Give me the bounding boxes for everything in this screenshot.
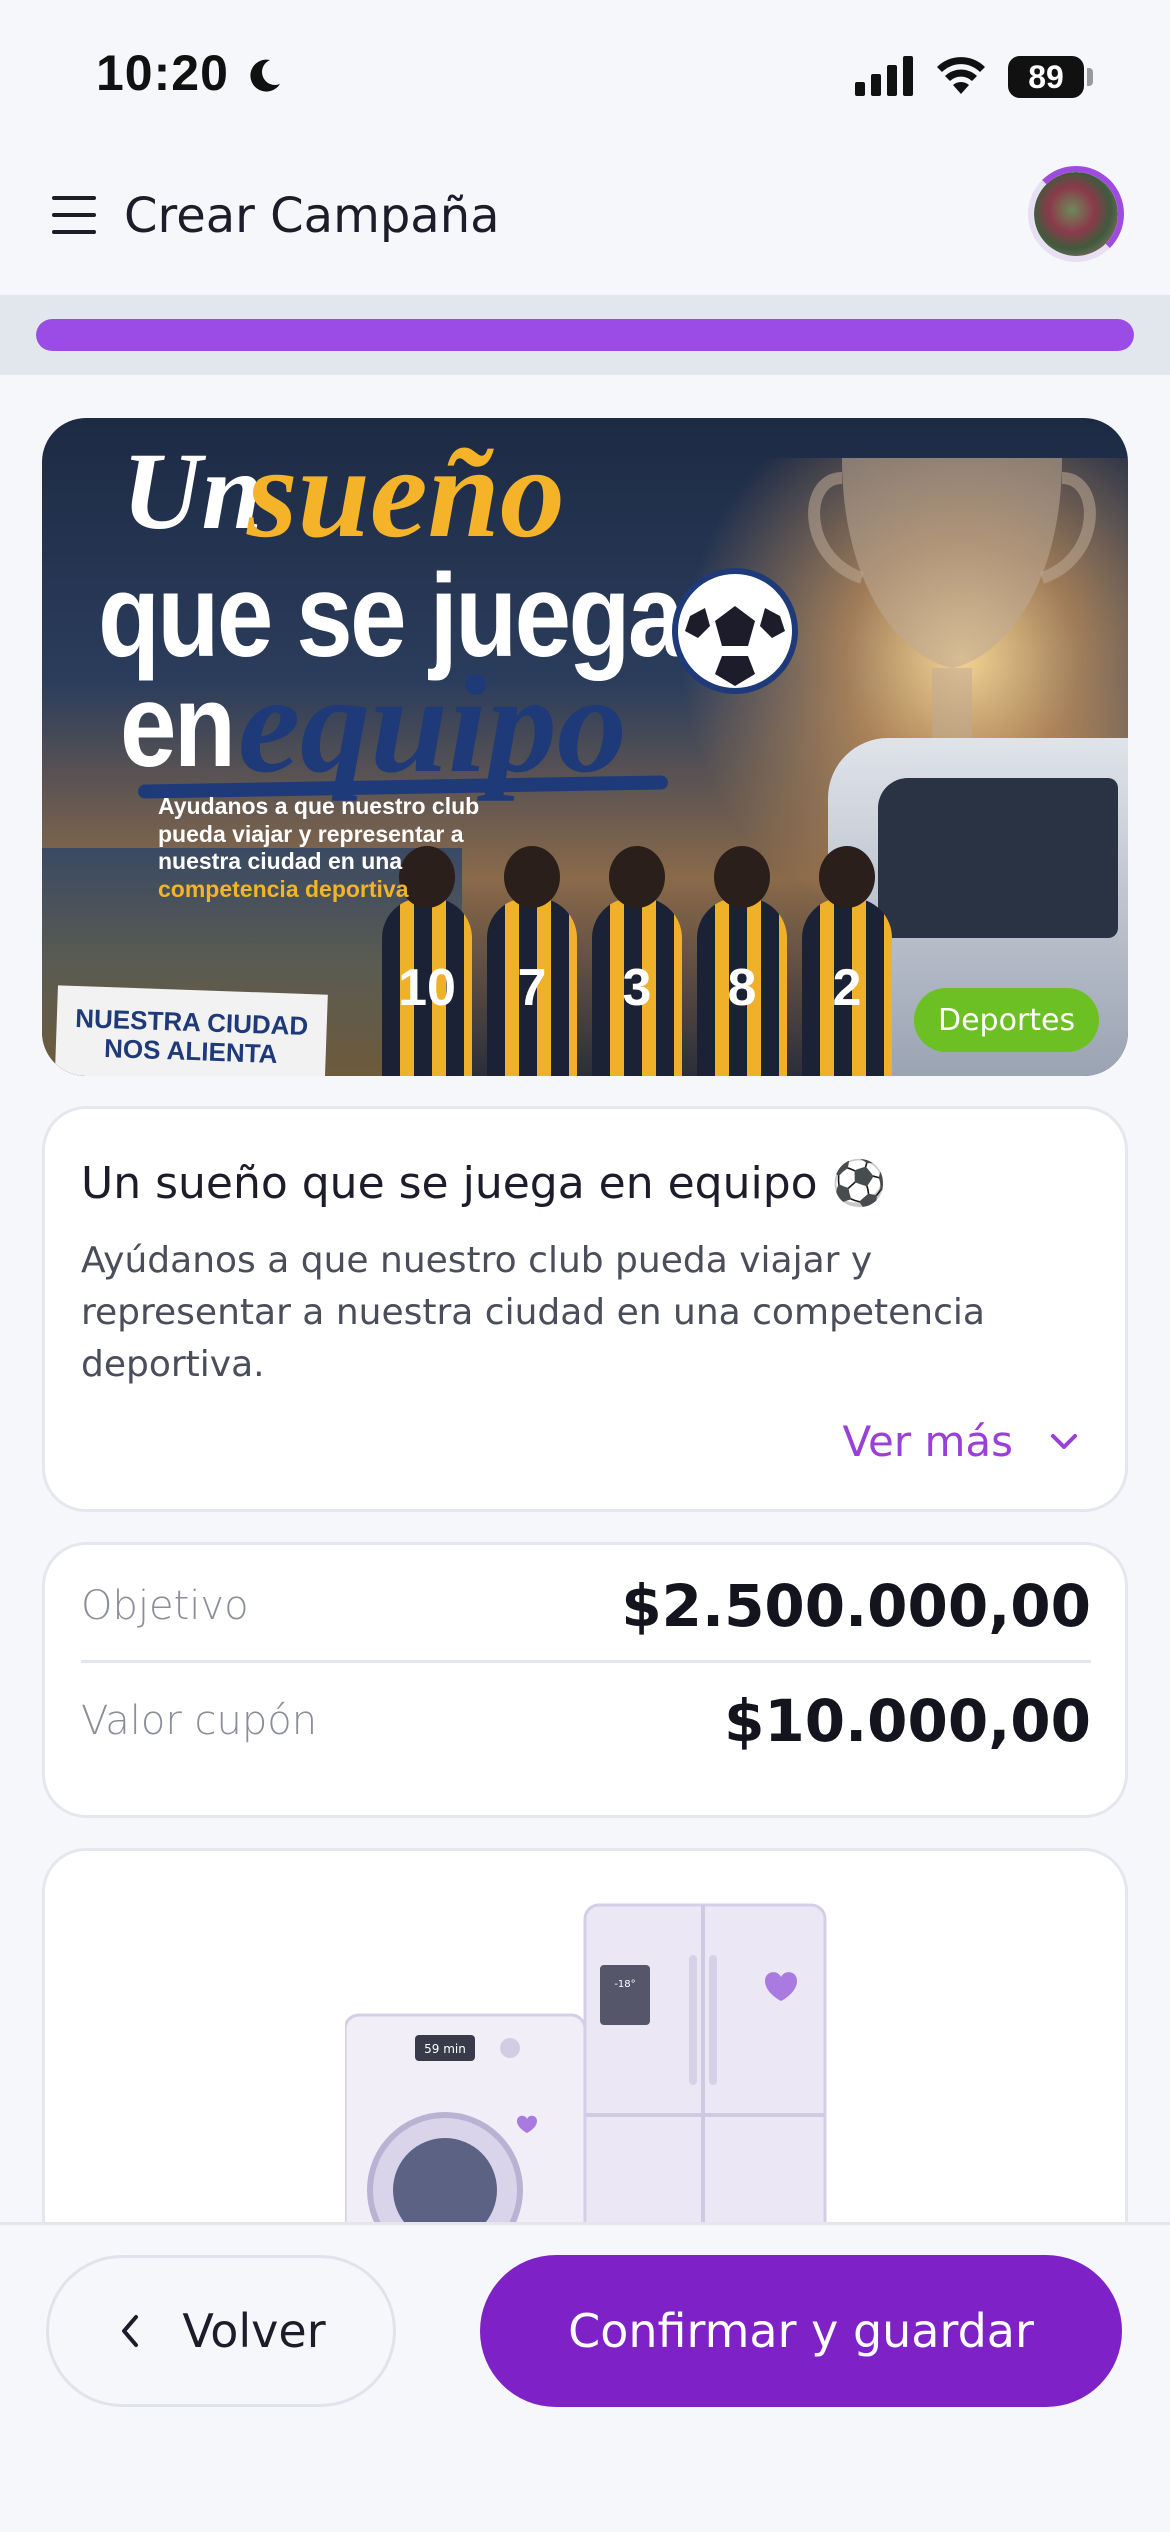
jersey-number: 8 [727,959,757,1017]
coupon-row: Valor cupón $10.000,00 [81,1665,1091,1777]
page-title: Crear Campaña [124,188,500,244]
battery-indicator: 89 [1008,56,1084,98]
objective-row: Objetivo $2.500.000,00 [81,1551,1091,1663]
banner-sign: NUESTRA CIUDAD NOS ALIENTA [54,985,328,1076]
coupon-label: Valor cupón [81,1698,318,1744]
status-bar: 10:20 89 [0,0,1170,150]
objective-label: Objetivo [81,1582,249,1629]
campaign-description: Ayúdanos a que nuestro club pueda viajar… [81,1240,985,1385]
app-header: Crear Campaña [0,150,1170,295]
status-time: 10:20 [96,45,229,101]
ver-mas-label: Ver más [842,1417,1013,1466]
banner-title-en: en [120,660,236,792]
campaign-banner-image: 10 7 3 8 2 Un sueño que se juega en equi… [42,418,1128,1076]
progress-section [0,295,1170,375]
ver-mas-link[interactable]: Ver más [843,1417,1079,1466]
progress-bar [36,319,1134,351]
back-button[interactable]: Volver [46,2255,396,2407]
cellular-signal-icon [855,56,913,96]
jersey-number: 7 [517,959,547,1017]
hamburger-menu-icon[interactable] [52,196,96,236]
fridge-display: -18° [614,1979,635,1990]
coupon-value: $10.000,00 [724,1687,1091,1755]
avatar[interactable] [1028,166,1124,262]
chevron-down-icon [1051,1433,1077,1449]
banner-subtitle: Ayudanos a que nuestro club pueda viajar… [158,793,480,902]
goal-card: Objetivo $2.500.000,00 Valor cupón $10.0… [42,1542,1128,1818]
jersey-number: 2 [832,959,862,1017]
soccer-ball-icon [672,568,798,694]
banner-title-un: Un [122,430,263,552]
campaign-title: Un sueño que se juega en equipo ⚽ [81,1158,887,1209]
moon-icon [250,59,280,92]
jersey-number: 3 [622,959,652,1017]
objective-value: $2.500.000,00 [621,1571,1091,1640]
wifi-icon [937,57,985,94]
battery-tip [1087,68,1093,86]
chevron-left-icon [122,2315,139,2347]
banner-title-sueno: sueño [247,421,565,565]
back-button-label: Volver [182,2304,326,2358]
category-badge: Deportes [914,988,1100,1052]
washer-display: 59 min [424,2042,466,2056]
jersey-number: 10 [398,959,456,1017]
campaign-description-card: Un sueño que se juega en equipo ⚽ Ayúdan… [42,1106,1128,1512]
confirm-save-button[interactable]: Confirmar y guardar [480,2255,1122,2407]
bottom-action-bar: Volver Confirmar y guardar [0,2222,1170,2532]
progress-fill [36,319,1134,351]
